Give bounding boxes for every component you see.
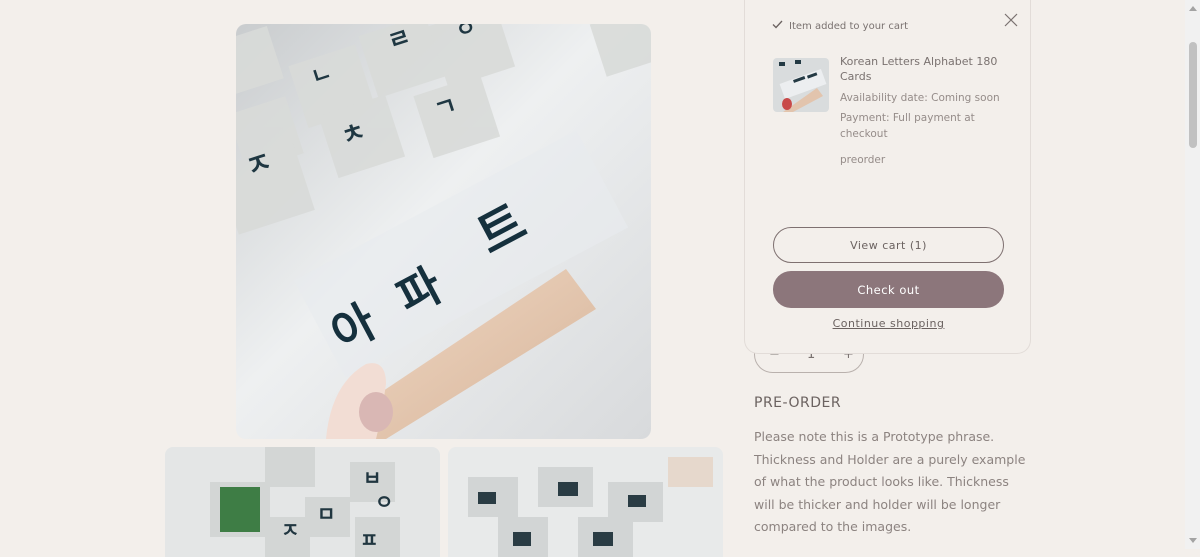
checkmark-icon: [772, 20, 783, 32]
scrollbar-thumb[interactable]: [1189, 42, 1197, 148]
scroll-up-icon[interactable]: [1189, 6, 1197, 11]
letter-thumb-1: ㅂ: [363, 466, 381, 490]
thumbnail-image-1[interactable]: ㅂ ㅁ ㅇ ㅈ ㅍ: [165, 447, 440, 557]
product-description: Please note this is a Prototype phrase. …: [754, 429, 1026, 534]
availability-date: Availability date: Coming soon: [840, 92, 1000, 104]
continue-shopping-link[interactable]: Continue shopping: [745, 317, 1032, 330]
cart-notification-popup: Item added to your cart Korean Letters A…: [744, 0, 1031, 354]
main-product-image[interactable]: ㄹ ㅇ ㄴ ㄱ ㅈ ㅊ 아 파 트: [236, 24, 651, 439]
cart-product-thumbnail: [773, 58, 829, 112]
item-added-message: Item added to your cart: [772, 20, 908, 32]
preorder-label: PRE-ORDER: [754, 395, 842, 411]
cart-product-title: Korean Letters Alphabet 180 Cards: [840, 55, 998, 83]
item-added-text: Item added to your cart: [789, 20, 908, 32]
preorder-tag: preorder: [840, 154, 886, 166]
checkout-button[interactable]: Check out: [773, 271, 1004, 308]
scroll-down-icon[interactable]: [1189, 538, 1197, 543]
letter-thumb-3: ㅇ: [375, 490, 393, 514]
view-cart-button[interactable]: View cart (1): [773, 227, 1004, 263]
cart-product-info: Korean Letters Alphabet 180 Cards Availa…: [840, 54, 1000, 166]
letter-thumb-4: ㅈ: [281, 518, 299, 542]
payment-info: Payment: Full payment at checkout: [840, 112, 975, 140]
page-scrollbar[interactable]: [1185, 0, 1200, 549]
letter-thumb-2: ㅁ: [317, 502, 335, 526]
close-icon[interactable]: [1003, 12, 1019, 28]
letter-thumb-5: ㅍ: [360, 528, 378, 552]
thumbnail-image-2[interactable]: [448, 447, 723, 557]
